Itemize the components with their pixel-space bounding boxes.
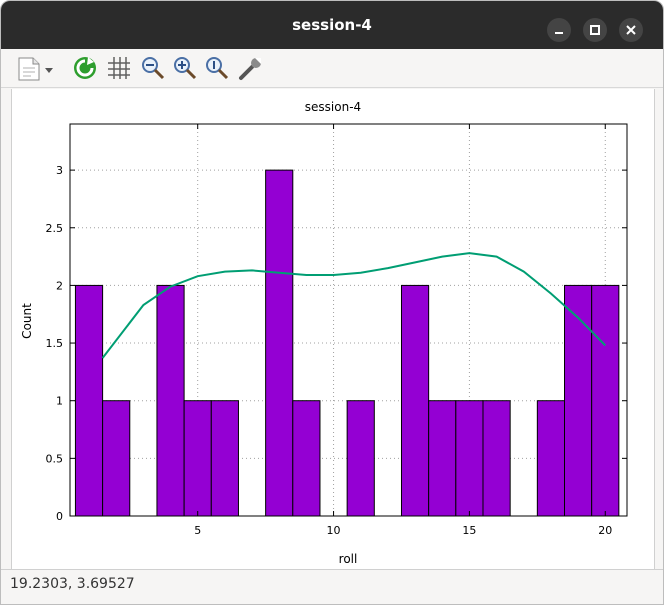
x-axis-label: roll [339,552,358,566]
chart-title: session-4 [305,100,361,114]
y-axis-label: Count [20,303,34,339]
y-tick-label: 2 [56,279,63,292]
histogram-bar [183,400,212,517]
refresh-icon [74,57,96,79]
histogram-bar [400,284,430,517]
app-window: session-4 5 10 15 20 0 0.5 1 1.5 2 2.5 3… [0,0,664,605]
maximize-button[interactable] [583,18,607,42]
cursor-coordinates: 19.2303, 3.69527 [10,576,135,592]
zoom-reset-button[interactable] [203,54,231,82]
histogram-bar [455,400,484,517]
settings-icon [239,58,261,80]
histogram-chart: 5 10 15 20 0 0.5 1 1.5 2 2.5 3 session-4 roll Coun… [20,100,628,566]
y-tick-label: 0.5 [46,452,64,465]
y-tick-label: 1.5 [46,337,64,350]
minimize-button[interactable] [547,18,571,42]
histogram-bar [210,400,239,517]
maximize-icon [590,25,600,35]
bars [74,169,620,517]
close-icon [626,25,636,35]
histogram-bar [536,400,566,517]
histogram-bar [102,400,131,517]
zoom-in-icon [174,57,197,80]
x-tick-label: 5 [194,524,201,537]
y-tick-label: 3 [56,164,63,177]
title-bar: session-4 [1,1,663,49]
zoom-reset-icon [206,57,229,80]
histogram-bar [74,284,104,517]
histogram-bar [482,400,511,517]
refresh-button[interactable] [71,54,99,82]
x-tick-label: 10 [327,524,341,537]
histogram-bar [591,284,620,517]
zoom-out-icon [142,57,165,80]
plot-area[interactable]: 5 10 15 20 0 0.5 1 1.5 2 2.5 3 session-4 roll Coun… [11,89,655,569]
y-tick-label: 0 [56,510,63,523]
zoom-out-button[interactable] [139,54,167,82]
y-tick-label: 1 [56,395,63,408]
export-button[interactable] [15,54,59,82]
histogram-bar [265,169,294,517]
grid-toggle-button[interactable] [105,54,133,82]
y-tick-label: 2.5 [46,222,64,235]
histogram-bar [346,400,375,517]
toolbar [1,49,663,88]
close-button[interactable] [619,18,643,42]
status-bar: 19.2303, 3.69527 [1,569,663,604]
settings-button[interactable] [237,54,265,82]
histogram-bar [292,400,321,517]
histogram-bar [564,284,593,517]
minimize-icon [555,32,563,34]
histogram-bar [428,400,457,517]
zoom-in-button[interactable] [171,54,199,82]
export-icon [18,57,53,81]
x-tick-label: 20 [598,524,612,537]
x-tick-label: 15 [462,524,476,537]
histogram-bar [156,284,185,517]
grid-icon [108,57,130,79]
